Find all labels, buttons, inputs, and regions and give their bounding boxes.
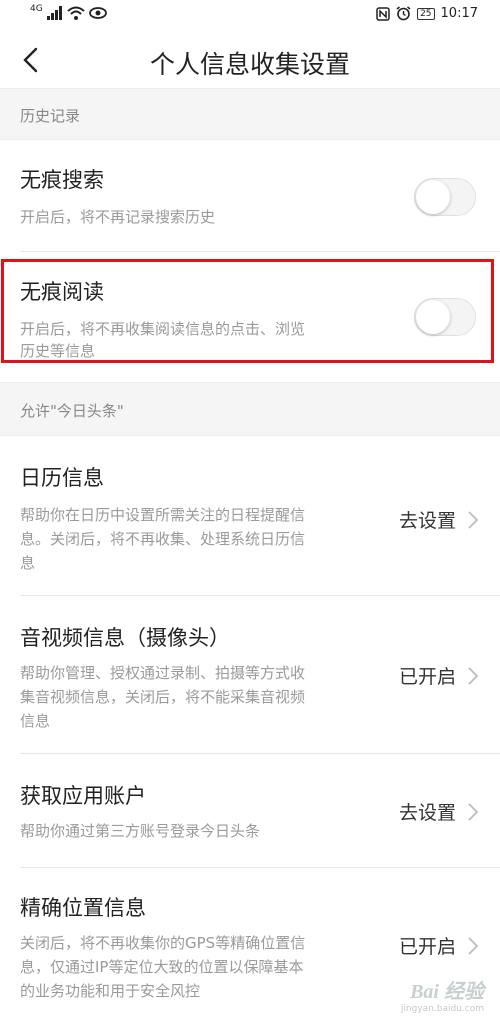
setting-description: 开启后，将不再记录搜索历史 bbox=[20, 208, 216, 226]
setting-row-camera[interactable]: 音视频信息（摄像头） 帮助你管理、授权通过录制、拍摄等方式收 集音视频信息，关闭… bbox=[0, 596, 500, 754]
setting-title: 精确位置信息 bbox=[20, 896, 146, 920]
signal-icon bbox=[46, 6, 63, 20]
setting-description: 帮助你通过第三方账号登录今日头条 bbox=[20, 822, 261, 840]
setting-description-line2: 息，仅通过IP等定位大致的位置以保障基本 bbox=[20, 958, 304, 976]
setting-row-accounts[interactable]: 获取应用账户 帮助你通过第三方账号登录今日头条 去设置 bbox=[0, 754, 500, 868]
chevron-right-icon bbox=[468, 936, 478, 955]
section-header-permissions: 允许"今日头条" bbox=[0, 382, 500, 436]
action-label: 已开启 bbox=[398, 936, 456, 958]
network-type: 4G bbox=[30, 4, 43, 14]
setting-description-line1: 帮助你在日历中设置所需关注的日程提醒信 bbox=[20, 506, 306, 524]
setting-row-incognito-search: 无痕搜索 开启后，将不再记录搜索历史 bbox=[0, 140, 500, 252]
setting-title: 日历信息 bbox=[20, 466, 104, 490]
watermark: Bai 经验 jingyan.baidu.com bbox=[401, 975, 484, 1014]
status-bar: 4G 25 10:17 bbox=[0, 0, 500, 32]
setting-title: 无痕阅读 bbox=[20, 280, 104, 304]
setting-description-line2: 集音视频信息，关闭后，将不能采集音视频 bbox=[20, 688, 306, 706]
camera-action[interactable]: 已开启 bbox=[399, 662, 478, 689]
setting-description-line3: 的业务功能和用于安全风控 bbox=[20, 982, 201, 1000]
section-header-history: 历史记录 bbox=[0, 88, 500, 140]
setting-title: 无痕搜索 bbox=[20, 168, 104, 192]
setting-description-line3: 信息 bbox=[20, 712, 51, 730]
battery-icon: 25 bbox=[417, 7, 435, 20]
nfc-icon bbox=[376, 6, 390, 21]
accounts-action[interactable]: 去设置 bbox=[399, 798, 478, 825]
setting-title: 获取应用账户 bbox=[20, 784, 146, 808]
setting-row-calendar[interactable]: 日历信息 帮助你在日历中设置所需关注的日程提醒信 息。关闭后，将不再收集、处理系… bbox=[0, 436, 500, 596]
action-label: 去设置 bbox=[398, 802, 456, 824]
incognito-search-toggle[interactable] bbox=[414, 178, 476, 216]
setting-description-line2: 息。关闭后，将不再收集、处理系统日历信 bbox=[20, 530, 306, 548]
status-left: 4G bbox=[30, 4, 107, 20]
page-title: 个人信息收集设置 bbox=[149, 50, 350, 79]
action-label: 去设置 bbox=[398, 510, 456, 532]
setting-description-line3: 息 bbox=[20, 554, 36, 572]
toggle-knob bbox=[416, 300, 450, 334]
action-label: 已开启 bbox=[398, 666, 456, 688]
status-time: 10:17 bbox=[440, 6, 478, 21]
watermark-url: jingyan.baidu.com bbox=[400, 1004, 484, 1014]
watermark-logo: Bai 经验 bbox=[410, 981, 484, 1003]
chevron-right-icon bbox=[468, 510, 478, 529]
section-title: 历史记录 bbox=[20, 107, 81, 125]
alarm-icon bbox=[396, 6, 411, 21]
status-right: 25 10:17 bbox=[376, 6, 478, 21]
setting-description-line1: 开启后，将不再收集阅读信息的点击、浏览 bbox=[20, 320, 306, 338]
setting-description-line2: 历史等信息 bbox=[20, 342, 96, 360]
wifi-icon bbox=[67, 6, 85, 20]
calendar-action[interactable]: 去设置 bbox=[399, 506, 478, 533]
setting-row-incognito-reading: 无痕阅读 开启后，将不再收集阅读信息的点击、浏览 历史等信息 bbox=[0, 252, 500, 382]
chevron-right-icon bbox=[468, 802, 478, 821]
toggle-knob bbox=[416, 180, 450, 214]
section-title: 允许"今日头条" bbox=[20, 402, 124, 420]
setting-description-line1: 帮助你管理、授权通过录制、拍摄等方式收 bbox=[20, 664, 306, 682]
setting-title: 音视频信息（摄像头） bbox=[20, 626, 230, 650]
nav-bar: 个人信息收集设置 bbox=[0, 32, 500, 88]
incognito-reading-toggle[interactable] bbox=[414, 298, 476, 336]
chevron-right-icon bbox=[468, 666, 478, 685]
chevron-left-icon bbox=[23, 47, 38, 73]
setting-description-line1: 关闭后，将不再收集你的GPS等精确位置信 bbox=[20, 934, 306, 952]
eye-icon bbox=[88, 7, 107, 19]
location-action[interactable]: 已开启 bbox=[399, 932, 478, 959]
back-button[interactable] bbox=[12, 42, 48, 78]
